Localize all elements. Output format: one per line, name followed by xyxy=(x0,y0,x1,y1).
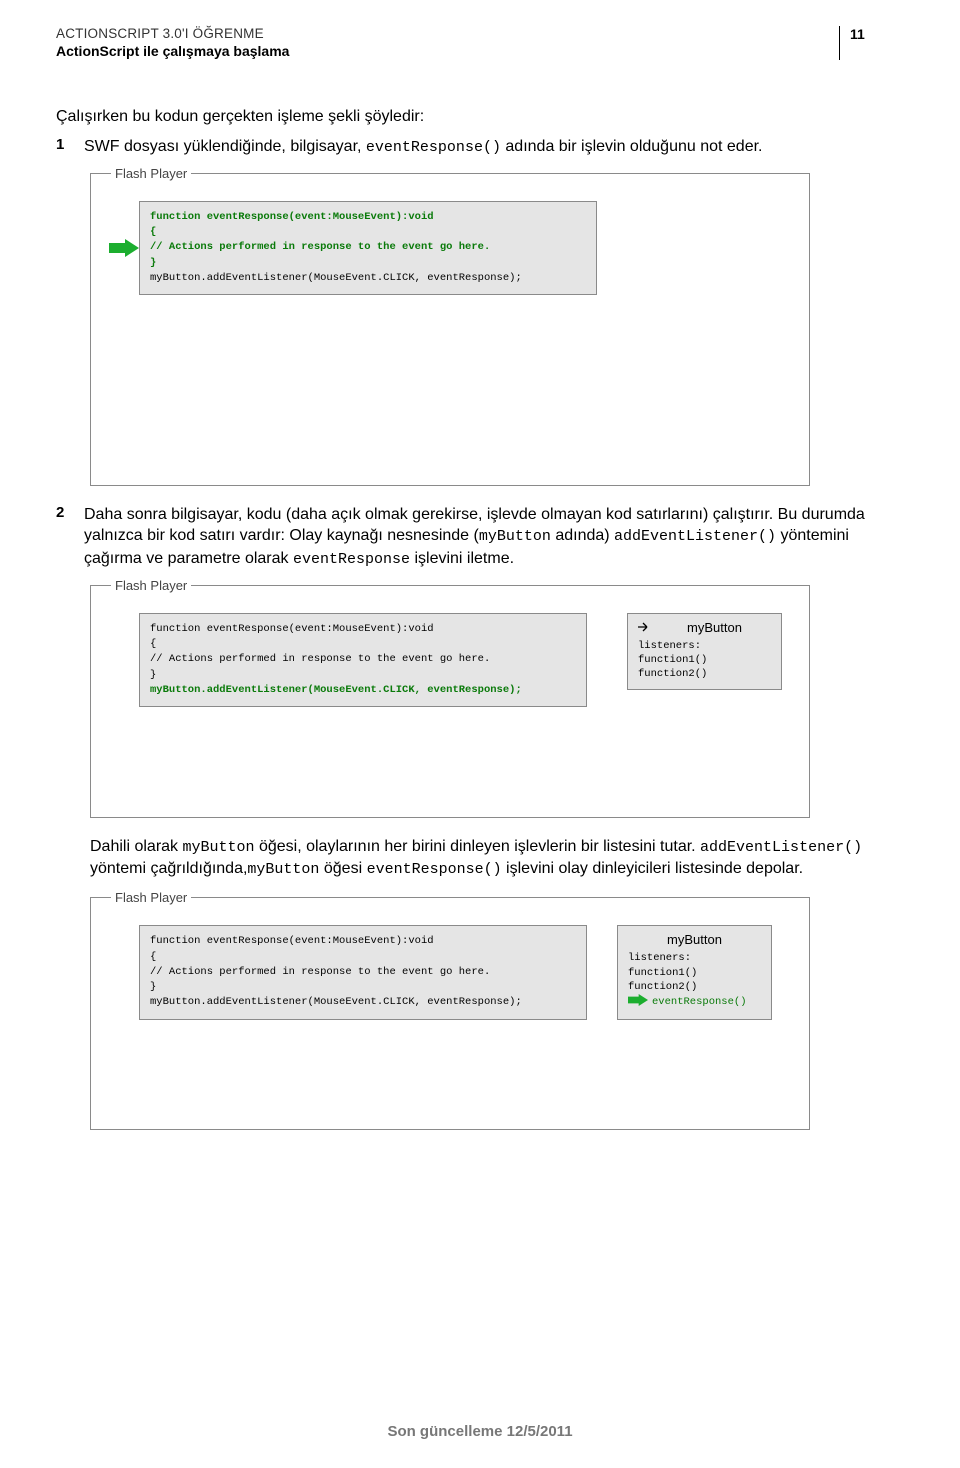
diagram-2: Flash Player function eventResponse(even… xyxy=(90,578,810,818)
arrow-right-icon xyxy=(638,622,652,632)
diagram-3: Flash Player function eventResponse(even… xyxy=(90,890,810,1130)
step2-code3: eventResponse xyxy=(293,551,410,568)
code-line: // Actions performed in response to the … xyxy=(150,240,586,255)
step-number: 2 xyxy=(56,504,70,570)
code-line: } xyxy=(150,668,576,683)
code-line: } xyxy=(150,256,586,271)
code-line: } xyxy=(150,980,576,995)
code-line: function eventResponse(event:MouseEvent)… xyxy=(150,210,586,225)
object-title: myButton xyxy=(628,932,761,947)
diagram-3-legend: Flash Player xyxy=(111,890,191,905)
listener-item: function2() xyxy=(628,980,761,994)
listeners-label: listeners: xyxy=(628,951,761,965)
step1-text-a: SWF dosyası yüklendiğinde, bilgisayar, xyxy=(84,138,366,155)
page-footer: Son güncelleme 12/5/2011 xyxy=(0,1423,960,1440)
listener-item-new: eventResponse() xyxy=(652,995,747,1009)
code-line: { xyxy=(150,637,576,652)
paragraph-3: Dahili olarak myButton öğesi, olaylarını… xyxy=(90,836,904,881)
step-1: 1 SWF dosyası yüklendiğinde, bilgisayar,… xyxy=(56,136,904,158)
code-line: function eventResponse(event:MouseEvent)… xyxy=(150,622,576,637)
code-line: { xyxy=(150,950,576,965)
code-line: // Actions performed in response to the … xyxy=(150,652,576,667)
diagram-2-legend: Flash Player xyxy=(111,578,191,593)
green-arrow-icon xyxy=(628,994,648,1011)
step2-code1: myButton xyxy=(479,528,551,545)
intro-text: Çalışırken bu kodun gerçekten işleme şek… xyxy=(56,106,904,128)
step1-text-b: adında bir işlevin olduğunu not eder. xyxy=(501,138,763,155)
listener-item: function1() xyxy=(628,966,761,980)
doc-subtitle: ActionScript ile çalışmaya başlama xyxy=(56,43,829,59)
step-2: 2 Daha sonra bilgisayar, kodu (daha açık… xyxy=(56,504,904,570)
code-line: function eventResponse(event:MouseEvent)… xyxy=(150,934,576,949)
diagram-1: Flash Player function eventResponse(even… xyxy=(90,166,810,486)
page-number: 11 xyxy=(839,26,904,60)
code-line: myButton.addEventListener(MouseEvent.CLI… xyxy=(150,271,586,286)
listeners-label: listeners: xyxy=(638,639,771,653)
step1-code: eventResponse() xyxy=(366,139,501,156)
page-header: ACTIONSCRIPT 3.0'I ÖĞRENME ActionScript … xyxy=(56,26,904,60)
object-title: myButton xyxy=(658,620,771,635)
code-line: // Actions performed in response to the … xyxy=(150,965,576,980)
step2-text-b: adında) xyxy=(551,527,614,544)
code-line: myButton.addEventListener(MouseEvent.CLI… xyxy=(150,683,576,698)
listener-item: function1() xyxy=(638,653,771,667)
code-line: myButton.addEventListener(MouseEvent.CLI… xyxy=(150,995,576,1010)
step2-text-d: işlevini iletme. xyxy=(410,550,514,567)
diagram-1-legend: Flash Player xyxy=(111,166,191,181)
doc-title: ACTIONSCRIPT 3.0'I ÖĞRENME xyxy=(56,26,829,41)
green-arrow-icon xyxy=(105,201,139,295)
listener-item: function2() xyxy=(638,667,771,681)
step2-code2: addEventListener() xyxy=(614,528,776,545)
code-line: { xyxy=(150,225,586,240)
step-number: 1 xyxy=(56,136,70,158)
